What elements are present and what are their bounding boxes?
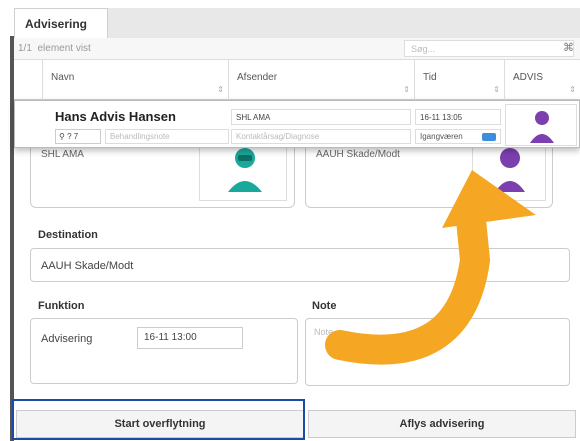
status-toggle[interactable] [482, 133, 496, 141]
funktion-type: Advisering [41, 333, 93, 345]
column-navn[interactable]: Navn ⇕ [42, 60, 228, 100]
start-button-highlight [12, 399, 305, 440]
list-info-bar: 1/1 element vist Søg... ⌘ [14, 38, 580, 60]
sender-card-label: SHL AMA [41, 149, 84, 160]
column-afsender[interactable]: Afsender ⇕ [228, 60, 414, 100]
curved-arrow-icon [325, 170, 536, 365]
aflys-advisering-button[interactable]: Aflys advisering [308, 410, 576, 438]
avatar-purple-icon [530, 111, 554, 143]
funktion-time-input[interactable]: 16-11 13:00 [137, 327, 243, 349]
status-field[interactable]: Igangværen [415, 129, 501, 144]
list-count: 1/1 element vist [18, 43, 91, 54]
destination-card-label: AAUH Skade/Modt [316, 149, 400, 160]
time-field: 16-11 13:05 [415, 109, 501, 125]
destination-label: Destination [38, 229, 98, 241]
column-header: Navn ⇕ Afsender ⇕ Tid ⇕ ADVIS ⇕ [14, 60, 580, 100]
sort-icon[interactable]: ⇕ [569, 85, 576, 94]
row-avatar-box [505, 104, 577, 146]
sender-field: SHL AMA [231, 109, 411, 125]
sender-card: SHL AMA [30, 139, 295, 208]
column-tid[interactable]: Tid ⇕ [414, 60, 504, 100]
column-advis[interactable]: ADVIS ⇕ [504, 60, 580, 100]
pin-icon: ⚲ [59, 132, 65, 141]
clear-icon[interactable]: ⌘ [563, 41, 574, 54]
pin-field[interactable]: ⚲ ? 7 [55, 129, 101, 144]
sort-icon[interactable]: ⇕ [217, 85, 224, 94]
tab-label: Advisering [25, 17, 88, 31]
funktion-label: Funktion [38, 300, 85, 312]
patient-row[interactable]: Hans Advis Hansen ⚲ ? 7 Behandlingsnote … [14, 100, 580, 148]
sort-icon[interactable]: ⇕ [403, 85, 410, 94]
destination-value: AAUH Skade/Modt [41, 260, 134, 272]
behandlingsnote-field[interactable]: Behandlingsnote [105, 129, 229, 144]
avatar-teal-icon [228, 148, 262, 192]
sort-icon[interactable]: ⇕ [493, 85, 500, 94]
kontaktarsag-field[interactable]: Kontaktårsag/Diagnose [231, 129, 411, 144]
patient-name: Hans Advis Hansen [55, 109, 176, 124]
tab-advisering[interactable]: Advisering [14, 8, 108, 38]
sender-avatar-box [199, 139, 287, 201]
funktion-field: Advisering 16-11 13:00 [30, 318, 298, 384]
search-input[interactable]: Søg... [404, 40, 574, 57]
